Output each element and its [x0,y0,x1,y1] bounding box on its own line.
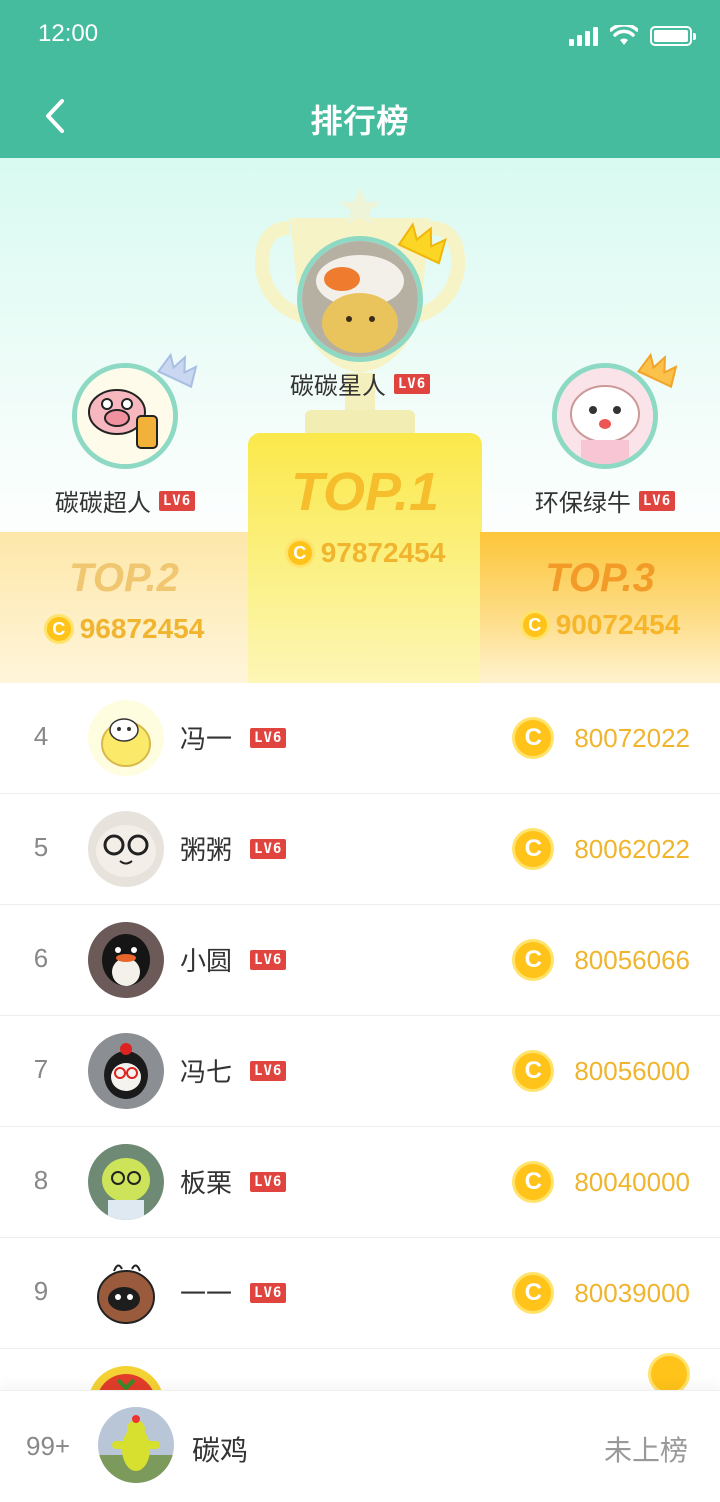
ranking-row[interactable]: 5 粥粥 LV6 C 80062022 [0,794,720,905]
crown-icon [637,352,678,389]
signal-icon [569,26,598,46]
avatar [88,1144,164,1220]
podium: 碳碳星人 LV6 碳碳超人 LV6 环保绿牛 LV6 TOP.2 C 96872… [0,158,720,683]
score-value: 97872454 [320,537,446,568]
score-value: 80072022 [574,722,690,753]
level-badge: LV6 [250,727,287,748]
level-badge: LV6 [393,373,431,394]
coin-icon: C [512,1272,555,1314]
my-name: 碳鸡 [192,1434,249,1467]
player-name: 粥粥 [180,836,233,866]
my-rank-bar: 99+ 碳鸡 未上榜 [0,1390,720,1502]
level-badge: LV6 [250,838,287,859]
level-badge: LV6 [250,1171,287,1192]
score-value: 80040000 [574,1166,690,1197]
wifi-icon [610,25,638,45]
rank-number: 7 [33,1054,49,1084]
player-name: 碳碳星人 [289,372,386,400]
my-rank-number: 99+ [26,1431,71,1461]
coin-icon [648,1353,690,1390]
player-name: 环保绿牛 [534,489,631,517]
status-bar: 12:00 [0,0,720,70]
rank-label: TOP.3 [545,556,655,600]
app-header: 12:00 排行榜 [0,0,720,158]
score-value: 80062022 [574,833,690,864]
avatar [88,700,164,776]
my-rank-status: 未上榜 [603,1434,688,1467]
player-name: 碳碳超人 [54,489,151,517]
avatar [88,1033,164,1109]
avatar [88,1255,164,1331]
score-value: 90072454 [555,609,681,640]
rank-number: 9 [33,1276,49,1306]
avatar [88,1366,164,1390]
avatar [88,811,164,887]
score-value: 96872454 [79,613,205,644]
ranking-row[interactable]: 8 板栗 LV6 C 80040000 [0,1127,720,1238]
podium-second-player[interactable]: 碳碳超人 LV6 [30,352,220,518]
status-time: 12:00 [38,20,99,47]
score-value: 80056066 [574,944,690,975]
coin-icon: C [512,717,555,759]
rank-number: 8 [33,1165,49,1195]
score-value: 80056000 [574,1055,690,1086]
coin-icon: C [519,610,550,640]
avatar [88,922,164,998]
page-title: 排行榜 [310,102,410,140]
ranking-row[interactable]: 6 小圆 LV6 C 80056066 [0,905,720,1016]
rank-number: 4 [33,721,49,751]
ranking-list: 4 冯一 LV6 C 80072022 5 粥粥 LV6 C 80062022 6 小圆… [0,683,720,1390]
level-badge: LV6 [158,490,196,511]
player-name: 冯一 [180,725,233,755]
coin-icon: C [512,828,555,870]
podium-block-second: TOP.2 C 96872454 [0,532,248,683]
my-avatar [98,1407,174,1483]
ranking-row[interactable]: 7 冯七 LV6 C 80056000 [0,1016,720,1127]
player-name: 小圆 [180,947,233,977]
coin-icon: C [284,538,315,568]
ranking-row[interactable]: 4 冯一 LV6 C 80072022 [0,683,720,794]
crown-icon [397,222,447,265]
level-badge: LV6 [250,949,287,970]
rank-number: 6 [33,943,49,973]
avatar [72,352,198,469]
player-name: 板栗 [180,1169,233,1199]
coin-icon: C [512,1050,555,1092]
level-badge: LV6 [638,490,676,511]
ranking-row[interactable] [0,1349,720,1390]
avatar [552,352,678,469]
rank-label: TOP.1 [290,462,440,522]
avatar [297,222,447,362]
podium-first-player[interactable]: 碳碳星人 LV6 [250,222,470,401]
score-value: 80039000 [574,1277,690,1308]
coin-icon: C [512,1161,555,1203]
player-name: 冯七 [180,1058,233,1088]
podium-third-player[interactable]: 环保绿牛 LV6 [510,352,700,518]
coin-icon: C [43,614,74,644]
player-name: 一一 [180,1280,233,1310]
level-badge: LV6 [250,1060,287,1081]
crown-icon [157,352,198,389]
rank-label: TOP.2 [69,556,179,600]
podium-block-third: TOP.3 C 90072454 [480,532,720,683]
status-icons [569,24,696,48]
ranking-row[interactable]: 9 一一 LV6 C 80039000 [0,1238,720,1349]
battery-icon [650,26,696,46]
podium-block-first: TOP.1 C 97872454 [248,433,482,683]
level-badge: LV6 [250,1282,287,1303]
coin-icon: C [512,939,555,981]
rank-number: 5 [33,832,49,862]
